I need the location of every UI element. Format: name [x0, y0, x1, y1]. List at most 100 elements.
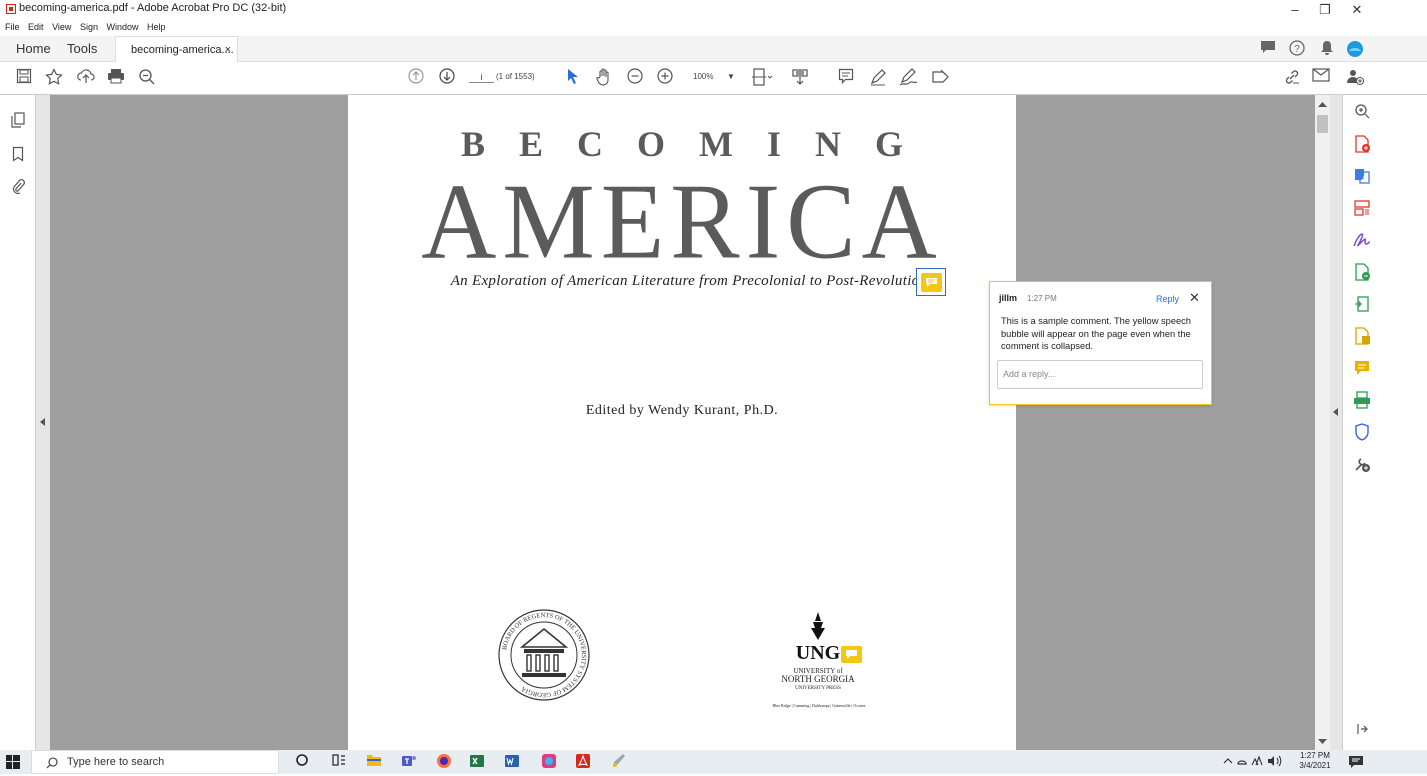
scrollbar-thumb[interactable]	[1317, 115, 1328, 133]
ung-line-press: UNIVERSITY PRESS	[795, 686, 841, 691]
comment-time: 1:27 PM	[1027, 294, 1057, 303]
organize-pages-icon[interactable]	[1352, 199, 1372, 219]
previous-page-icon[interactable]	[406, 68, 426, 88]
title-america: AMERICA	[421, 161, 943, 282]
word-icon[interactable]	[503, 753, 521, 771]
tab-home[interactable]: Home	[16, 36, 51, 62]
close-window-button[interactable]: ✕	[1342, 2, 1372, 20]
tab-document[interactable]: becoming-america.... ×	[115, 36, 238, 63]
comment-author: jillm	[999, 293, 1018, 303]
zoom-search-icon[interactable]	[137, 68, 157, 88]
page-fit-icon[interactable]	[752, 68, 773, 88]
tab-bar: Home Tools becoming-america.... × ?	[0, 36, 1427, 63]
zoom-dropdown-chevron-icon[interactable]: ▼	[727, 72, 735, 81]
main-toolbar: i (1 of 1553) 100% ▼	[0, 62, 1427, 150]
windows-start-icon[interactable]	[6, 755, 20, 769]
select-cursor-icon[interactable]	[563, 68, 583, 88]
compress-pdf-icon[interactable]	[1352, 295, 1372, 315]
save-icon[interactable]	[14, 68, 34, 88]
add-comment-icon[interactable]	[836, 68, 856, 88]
zoom-in-icon[interactable]	[655, 68, 675, 88]
notification-center-icon[interactable]	[1348, 755, 1364, 774]
print-icon[interactable]	[106, 68, 126, 88]
teams-icon[interactable]	[400, 753, 418, 771]
ung-line-north-georgia: NORTH GEORGIA	[781, 674, 855, 684]
menu-help[interactable]: Help	[147, 22, 166, 32]
add-user-icon[interactable]	[1345, 68, 1365, 88]
comment-marker[interactable]	[916, 268, 946, 296]
zoom-level-select[interactable]: 100%	[693, 72, 713, 81]
title-bar: becoming-america.pdf - Adobe Acrobat Pro…	[0, 0, 1427, 22]
highlight-pen-icon[interactable]	[868, 68, 888, 88]
file-explorer-icon[interactable]	[365, 753, 383, 771]
help-icon[interactable]: ?	[1288, 40, 1306, 58]
comments-icon[interactable]	[1259, 40, 1277, 58]
next-page-icon[interactable]	[437, 68, 457, 88]
hand-tool-icon[interactable]	[594, 68, 614, 88]
zoom-out-icon[interactable]	[625, 68, 645, 88]
create-pdf-icon[interactable]	[1352, 135, 1372, 155]
left-panel-collapse-handle[interactable]	[36, 95, 50, 750]
vertical-scrollbar[interactable]	[1315, 95, 1330, 750]
attachments-paperclip-icon[interactable]	[10, 178, 26, 196]
window-title: becoming-america.pdf - Adobe Acrobat Pro…	[19, 2, 287, 14]
task-view-icon[interactable]	[330, 753, 348, 771]
scroll-mode-icon[interactable]	[790, 68, 810, 88]
book-editor: Edited by Wendy Kurant, Ph.D.	[585, 403, 779, 418]
minimize-button[interactable]: –	[1280, 2, 1310, 20]
email-icon[interactable]	[1311, 68, 1331, 88]
cortana-icon[interactable]	[293, 753, 311, 771]
comment-popup: jillm 1:27 PM Reply ✕ This is a sample c…	[989, 281, 1212, 405]
sign-icon[interactable]	[899, 68, 919, 88]
page-thumbnails-icon[interactable]	[10, 112, 26, 130]
tab-close-icon[interactable]: ×	[225, 37, 231, 63]
menu-sign[interactable]: Sign	[80, 22, 98, 32]
firefox-icon[interactable]	[435, 753, 453, 771]
reply-input[interactable]: Add a reply...	[997, 360, 1203, 389]
speech-bubble-icon	[921, 273, 942, 292]
right-tools-pane	[1342, 95, 1380, 750]
excel-icon[interactable]	[468, 753, 486, 771]
paint-icon[interactable]	[610, 753, 628, 771]
fill-sign-icon[interactable]	[931, 68, 951, 88]
fill-and-sign-icon[interactable]	[1352, 231, 1372, 251]
snip-sketch-icon[interactable]	[540, 753, 558, 771]
tab-document-label: becoming-america....	[131, 44, 234, 56]
speech-bubble-icon	[841, 646, 862, 663]
export-pdf-icon[interactable]	[1352, 167, 1372, 187]
edit-pdf-icon[interactable]	[1352, 263, 1372, 283]
user-avatar[interactable]	[1346, 40, 1364, 58]
protect-shield-icon[interactable]	[1352, 423, 1372, 443]
more-tools-icon[interactable]	[1352, 455, 1372, 475]
system-tray[interactable]	[1222, 753, 1292, 772]
notifications-bell-icon[interactable]	[1318, 40, 1336, 58]
maximize-button[interactable]: ❐	[1310, 2, 1340, 20]
bookmarks-icon[interactable]	[10, 146, 26, 164]
share-link-icon[interactable]	[1282, 68, 1302, 88]
menu-edit[interactable]: Edit	[28, 22, 44, 32]
acrobat-taskbar-icon[interactable]	[574, 753, 592, 771]
scan-ocr-icon[interactable]	[1352, 391, 1372, 411]
svg-text:BOARD OF REGENTS OF THE UNIVER: BOARD OF REGENTS OF THE UNIVERSITY SYSTE…	[501, 612, 587, 698]
ung-press-logo: UNG UNIVERSITY of NORTH GEORGIA UNIVERSI…	[762, 612, 882, 712]
menu-window[interactable]: Window	[106, 22, 138, 32]
taskbar-search-input[interactable]: Type here to search	[31, 750, 279, 774]
ung-campuses: Blue Ridge | Cumming | Dahlonega | Gaine…	[772, 703, 866, 708]
comment-tool-icon[interactable]	[1352, 359, 1372, 379]
tab-tools[interactable]: Tools	[67, 36, 97, 62]
right-panel-collapse-handle[interactable]	[1330, 95, 1342, 750]
expand-right-pane-icon[interactable]	[1352, 722, 1372, 742]
left-navigation-rail	[0, 95, 36, 750]
taskbar-clock[interactable]: 1:27 PM 3/4/2021	[1295, 751, 1335, 771]
menu-bar: File Edit View Sign Window Help	[0, 22, 600, 34]
bookmark-star-icon[interactable]	[44, 68, 64, 88]
upload-cloud-icon[interactable]	[76, 68, 96, 88]
page-number-input[interactable]: i	[469, 72, 494, 83]
menu-file[interactable]: File	[5, 22, 20, 32]
request-signatures-icon[interactable]	[1352, 327, 1372, 347]
close-icon[interactable]: ✕	[1189, 290, 1200, 306]
zoom-search-icon[interactable]	[1352, 103, 1372, 123]
menu-view[interactable]: View	[52, 22, 71, 32]
comment-reply-link[interactable]: Reply	[1156, 294, 1179, 304]
clock-date: 3/4/2021	[1299, 761, 1331, 770]
